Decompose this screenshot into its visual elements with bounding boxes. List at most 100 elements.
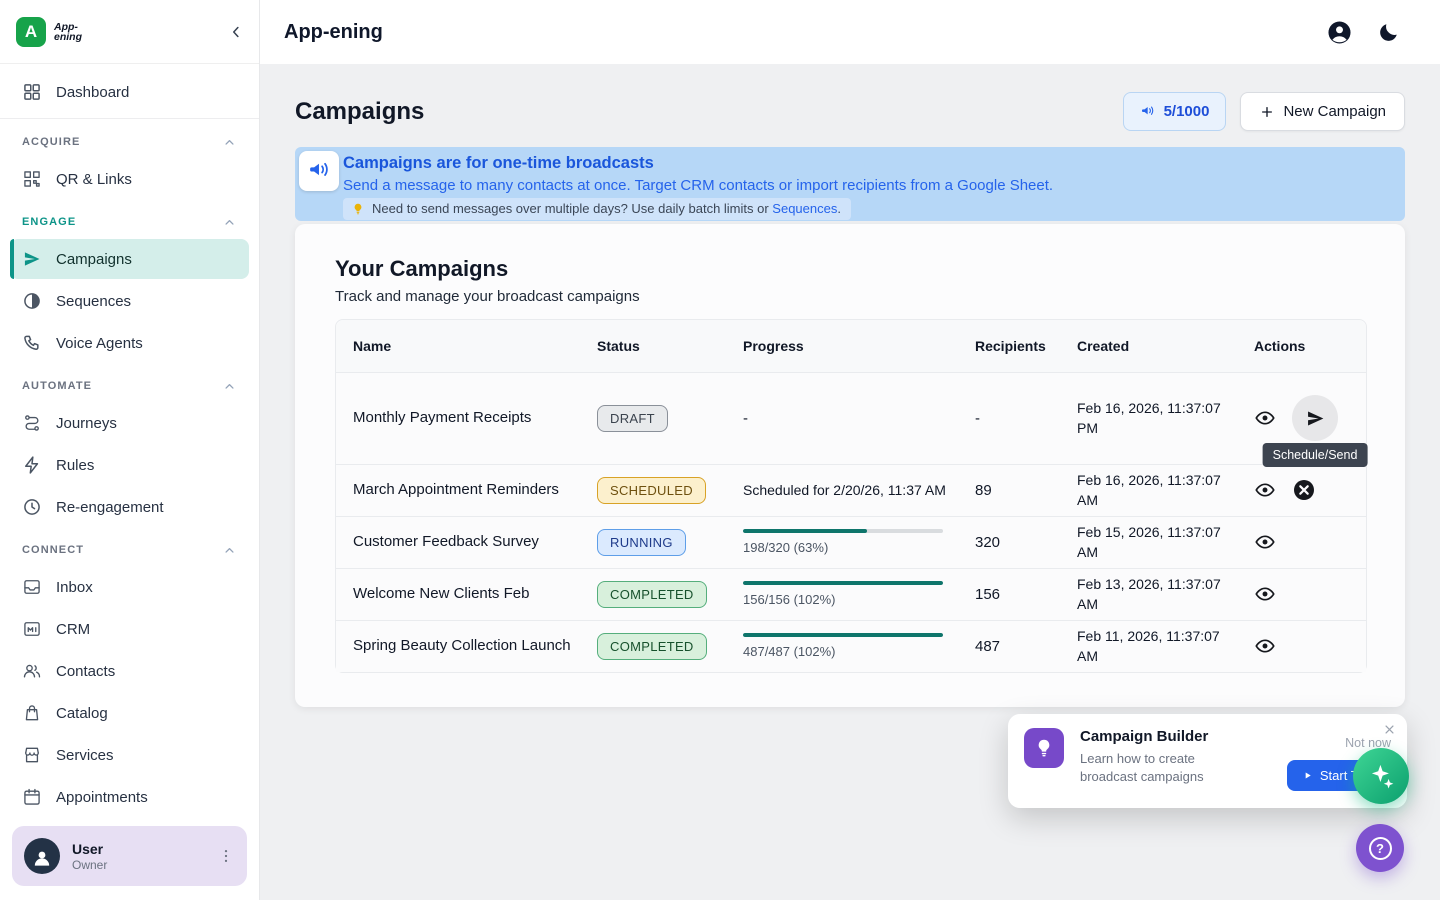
- campaign-builder-popup: Campaign Builder Learn how to create bro…: [1008, 714, 1407, 808]
- user-menu-icon[interactable]: [217, 847, 235, 865]
- section-engage[interactable]: ENGAGE: [10, 207, 249, 237]
- recipients-cell: 487: [975, 638, 1077, 655]
- section-automate[interactable]: AUTOMATE: [10, 371, 249, 401]
- sidebar-item-label: Services: [56, 747, 114, 764]
- actions-cell: [1254, 635, 1366, 657]
- campaign-quota-button[interactable]: 5/1000: [1123, 92, 1227, 131]
- view-button[interactable]: [1254, 479, 1276, 501]
- created-cell: Feb 16, 2026, 11:37:07 PM: [1077, 398, 1254, 438]
- campaign-name: Welcome New Clients Feb: [353, 584, 597, 604]
- popup-main: Campaign Builder Learn how to create bro…: [1080, 728, 1271, 796]
- progress-cell: Scheduled for 2/20/26, 11:37 AM: [743, 481, 975, 500]
- sidebar-item-contacts[interactable]: Contacts: [10, 651, 249, 691]
- sidebar-item-re-engagement[interactable]: Re-engagement: [10, 487, 249, 527]
- recipients-cell: 156: [975, 586, 1077, 603]
- info-banner: Campaigns are for one-time broadcasts Se…: [295, 147, 1405, 221]
- dark-mode-toggle-icon[interactable]: [1377, 21, 1400, 44]
- sidebar-item-journeys[interactable]: Journeys: [10, 403, 249, 443]
- contacts-icon: [22, 661, 42, 681]
- megaphone-icon: [1140, 104, 1156, 120]
- sidebar-item-crm[interactable]: CRM: [10, 609, 249, 649]
- section-acquire[interactable]: ACQUIRE: [10, 127, 249, 157]
- view-button[interactable]: [1254, 583, 1276, 605]
- sidebar-collapse-button[interactable]: [227, 23, 245, 41]
- table-row: March Appointment RemindersSCHEDULED Sche…: [336, 464, 1366, 516]
- view-button[interactable]: [1254, 531, 1276, 553]
- cancel-button[interactable]: [1292, 478, 1316, 502]
- sidebar-item-campaigns[interactable]: Campaigns: [10, 239, 249, 279]
- campaign-name: March Appointment Reminders: [353, 480, 597, 500]
- schedule-send-button[interactable]: [1292, 395, 1338, 441]
- chevron-up-icon: [222, 379, 237, 394]
- page-actions: 5/1000 New Campaign: [1123, 92, 1405, 131]
- status-badge: SCHEDULED: [597, 477, 706, 504]
- banner-tip: Need to send messages over multiple days…: [343, 198, 851, 220]
- popup-body: Learn how to create broadcast campaigns: [1080, 750, 1240, 786]
- campaign-name: Customer Feedback Survey: [353, 532, 597, 552]
- sidebar-item-services[interactable]: Services: [10, 735, 249, 775]
- status-cell: DRAFT: [597, 405, 743, 432]
- sidebar-item-label: Campaigns: [56, 251, 132, 268]
- progress-text: -: [743, 410, 959, 427]
- sidebar-item-appointments[interactable]: Appointments: [10, 777, 249, 816]
- created-cell: Feb 13, 2026, 11:37:07 AM: [1077, 574, 1254, 614]
- sidebar-nav: Dashboard ACQUIRE QR & Links ENGAGE Camp…: [0, 64, 259, 816]
- user-meta: User Owner: [72, 841, 205, 872]
- new-campaign-button[interactable]: New Campaign: [1240, 92, 1405, 131]
- sidebar-sections: ACQUIRE QR & Links ENGAGE Campaigns Sequ…: [0, 127, 259, 816]
- help-fab[interactable]: ?: [1356, 824, 1404, 872]
- status-cell: SCHEDULED: [597, 477, 743, 504]
- sidebar-item-rules[interactable]: Rules: [10, 445, 249, 485]
- view-button[interactable]: [1254, 635, 1276, 657]
- ai-assistant-fab[interactable]: [1353, 748, 1409, 804]
- logo-text-line2: ening: [54, 32, 82, 42]
- sidebar: A App- ening Dashboard ACQUIRE QR & Link…: [0, 0, 260, 900]
- sidebar-item-dashboard[interactable]: Dashboard: [10, 72, 249, 112]
- store-icon: [22, 745, 42, 765]
- sidebar-item-inbox[interactable]: Inbox: [10, 567, 249, 607]
- sidebar-item-label: Inbox: [56, 579, 93, 596]
- section-label: CONNECT: [22, 544, 84, 556]
- user-name: User: [72, 841, 205, 857]
- view-button[interactable]: [1254, 407, 1276, 429]
- sidebar-item-catalog[interactable]: Catalog: [10, 693, 249, 733]
- status-badge: RUNNING: [597, 529, 686, 556]
- campaigns-table: NameStatusProgressRecipientsCreatedActio…: [335, 319, 1367, 673]
- top-bar: App-ening: [260, 0, 1440, 64]
- sidebar-item-qr-links[interactable]: QR & Links: [10, 159, 249, 199]
- sidebar-item-label: Catalog: [56, 705, 108, 722]
- sidebar-item-label: Rules: [56, 457, 94, 474]
- sidebar-item-label: Dashboard: [56, 84, 129, 101]
- account-icon[interactable]: [1326, 19, 1353, 46]
- phone-icon: [22, 333, 42, 353]
- created-cell: Feb 16, 2026, 11:37:07 AM: [1077, 470, 1254, 510]
- actions-cell: [1254, 531, 1366, 553]
- recipients-cell: -: [975, 410, 1077, 427]
- route-icon: [22, 413, 42, 433]
- status-cell: RUNNING: [597, 529, 743, 556]
- user-role: Owner: [72, 858, 205, 872]
- campaigns-card: Your Campaigns Track and manage your bro…: [295, 224, 1405, 707]
- eye-icon: [1254, 531, 1276, 553]
- progress-bar: [743, 581, 943, 585]
- progress-text: Scheduled for 2/20/26, 11:37 AM: [743, 481, 959, 500]
- send-icon: [22, 249, 42, 269]
- actions-cell: [1254, 478, 1366, 502]
- progress-cell: 198/320 (63%): [743, 529, 975, 555]
- progress-text: 156/156 (102%): [743, 592, 959, 607]
- close-icon[interactable]: [1382, 722, 1397, 737]
- user-avatar: [24, 838, 60, 874]
- new-campaign-label: New Campaign: [1283, 103, 1386, 120]
- status-badge: DRAFT: [597, 405, 668, 432]
- column-header-created: Created: [1077, 338, 1254, 354]
- section-connect[interactable]: CONNECT: [10, 535, 249, 565]
- progress-bar: [743, 633, 943, 637]
- sidebar-item-voice-agents[interactable]: Voice Agents: [10, 323, 249, 363]
- eye-icon: [1254, 583, 1276, 605]
- user-card[interactable]: User Owner: [12, 826, 247, 886]
- column-header-actions: Actions: [1254, 338, 1366, 354]
- sidebar-item-sequences[interactable]: Sequences: [10, 281, 249, 321]
- sidebar-item-label: Appointments: [56, 789, 148, 806]
- card-subtitle: Track and manage your broadcast campaign…: [335, 288, 1367, 305]
- sequences-link[interactable]: Sequences: [772, 201, 837, 216]
